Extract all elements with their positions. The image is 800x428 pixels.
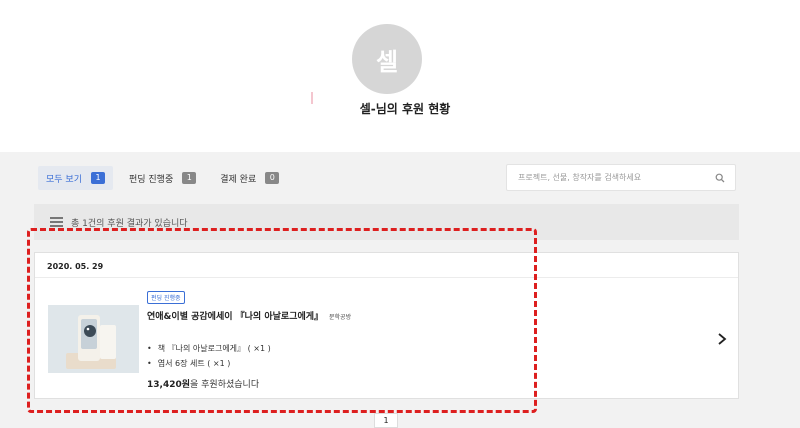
tab-label: 펀딩 진행중 [128,174,174,185]
tab-label: 모두 보기 [46,174,82,185]
pagination-page-button[interactable]: 1 [374,413,398,428]
pledge-card[interactable]: 2020. 05. 29 펀딩 진행중 연애&이별 공감에세이 『나의 아날로그… [34,252,739,399]
tab-count-badge: 0 [265,172,280,184]
creator-name: 문학공방 [329,314,352,321]
bullet-icon: • [147,359,152,368]
status-badge: 펀딩 진행중 [147,291,185,304]
tab-payment-complete[interactable]: 결제 완료 0 [212,166,287,190]
page-title: 셀-님의 후원 현황 [359,102,451,116]
tab-all[interactable]: 모두 보기 1 [38,166,113,190]
reward-item: • 책 『나의 아날로그에게』 ( ×1 ) [147,343,271,354]
reward-item-text: 엽서 6장 세트 ( ×1 ) [157,359,231,368]
search-input[interactable] [507,165,711,190]
tab-count-badge: 1 [182,172,197,184]
result-summary: 총 1건의 후원 결과가 있습니다 [34,204,739,240]
avatar: 셀 [352,24,422,94]
profile-header: 셀 셀-님의 후원 현황 [0,0,800,152]
project-title-text: 연애&이별 공감에세이 『나의 아날로그에게』 [147,312,324,322]
pledge-amount: 13,420원을 후원하셨습니다 [147,377,259,390]
amount-value: 13,420원 [147,380,191,390]
chevron-right-icon[interactable] [714,331,730,347]
list-icon [50,217,63,227]
tab-label: 결제 완료 [220,174,257,185]
tab-count-badge: 1 [90,172,105,184]
project-title[interactable]: 연애&이별 공감에세이 『나의 아날로그에게』 문학공방 [147,309,351,322]
search-icon[interactable] [711,169,729,187]
tab-funding-in-progress[interactable]: 펀딩 진행중 1 [121,166,204,190]
reward-item: • 엽서 6장 세트 ( ×1 ) [147,358,230,369]
reward-item-text: 책 『나의 아날로그에게』 ( ×1 ) [157,344,271,353]
search-box [506,164,736,191]
bullet-icon: • [147,344,152,353]
card-divider [35,277,738,278]
pledge-date: 2020. 05. 29 [47,262,104,271]
avatar-initial: 셀 [375,47,399,76]
project-thumbnail[interactable] [48,305,139,373]
summary-text: 총 1건의 후원 결과가 있습니다 [71,218,188,229]
amount-suffix: 을 후원하셨습니다 [190,380,260,390]
filter-tabs: 모두 보기 1 펀딩 진행중 1 결제 완료 0 [38,166,295,190]
